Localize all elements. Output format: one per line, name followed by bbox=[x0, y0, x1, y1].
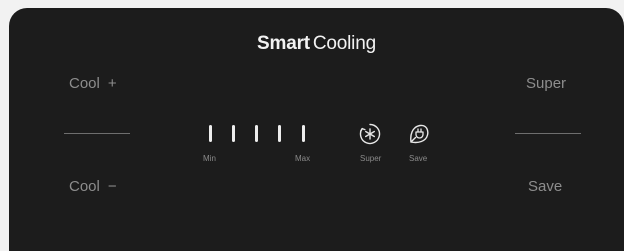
eco-plug-icon[interactable] bbox=[408, 123, 430, 145]
panel-title: Smart Cooling bbox=[9, 33, 624, 55]
left-divider bbox=[64, 133, 130, 134]
cooling-level-indicator bbox=[209, 125, 309, 145]
level-bar bbox=[209, 125, 212, 142]
cool-up-button[interactable]: Cool + bbox=[69, 75, 117, 92]
cool-down-label: Cool bbox=[69, 178, 100, 195]
minus-icon: − bbox=[107, 178, 117, 195]
snowflake-icon[interactable] bbox=[359, 123, 381, 145]
title-bold: Smart bbox=[257, 33, 310, 54]
level-bar bbox=[302, 125, 305, 142]
save-mode-label: Save bbox=[409, 154, 428, 163]
super-mode-label: Super bbox=[360, 154, 382, 163]
min-label: Min bbox=[203, 154, 216, 163]
level-bar bbox=[278, 125, 281, 142]
title-light: Cooling bbox=[312, 33, 376, 54]
plus-icon: + bbox=[107, 75, 117, 92]
super-button[interactable]: Super bbox=[526, 75, 566, 92]
level-bar bbox=[232, 125, 235, 142]
cool-down-button[interactable]: Cool − bbox=[69, 178, 117, 195]
max-label: Max bbox=[295, 154, 311, 163]
level-bar bbox=[255, 125, 258, 142]
smart-cooling-panel: Smart Cooling Cool + Cool − Super Save Min … bbox=[9, 8, 624, 251]
cool-up-label: Cool bbox=[69, 75, 100, 92]
right-divider bbox=[515, 133, 581, 134]
save-button[interactable]: Save bbox=[528, 178, 562, 195]
